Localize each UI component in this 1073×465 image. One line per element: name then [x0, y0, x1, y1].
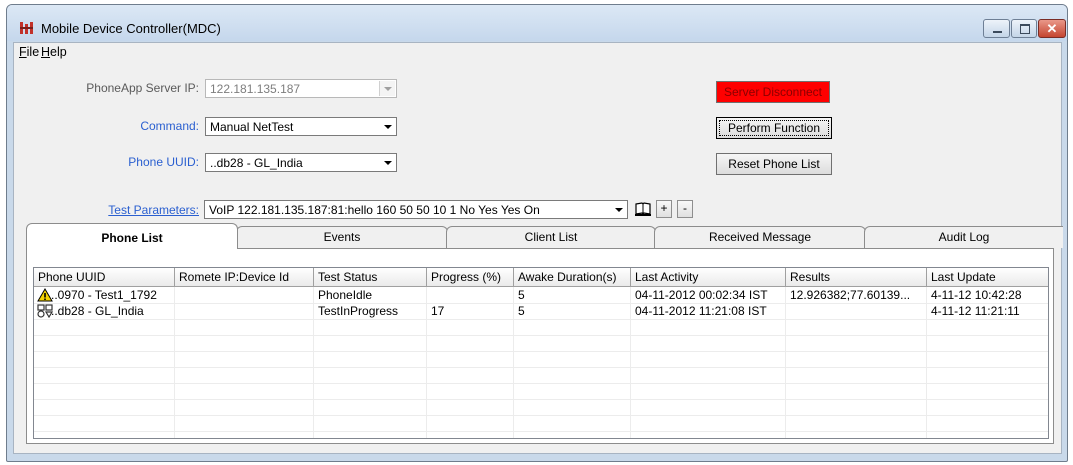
column-header[interactable]: Romete IP:Device Id [175, 268, 314, 287]
dropdown-arrow-icon [379, 119, 395, 134]
cell-uuid: ..db28 - GL_India [51, 304, 144, 318]
cell-update: 4-11-12 11:21:11 [931, 304, 1020, 318]
cell-activity: 04-11-2012 11:21:08 IST [635, 304, 767, 318]
dropdown-arrow-icon [379, 81, 395, 96]
menu-help[interactable]: Help [41, 45, 67, 59]
tab-received-message[interactable]: Received Message [654, 226, 866, 248]
dropdown-arrow-icon [610, 202, 626, 217]
phone-uuid-combo[interactable]: ..db28 - GL_India [205, 153, 397, 172]
column-header[interactable]: Last Activity [631, 268, 786, 287]
maximize-icon [1020, 24, 1030, 34]
phone-uuid-label: Phone UUID: [128, 155, 199, 169]
client-area: File Help PhoneApp Server IP: 122.181.13… [13, 42, 1063, 454]
minimize-button[interactable] [983, 19, 1010, 38]
column-header[interactable]: Last Update [927, 268, 1048, 287]
cell-activity: 04-11-2012 00:02:34 IST [635, 288, 768, 302]
column-header[interactable]: Awake Duration(s) [514, 268, 631, 287]
tab-audit-log[interactable]: Audit Log [864, 226, 1063, 248]
app-window: Mobile Device Controller(MDC) ✕ File Hel… [6, 4, 1068, 462]
phone-uuid-value: ..db28 - GL_India [210, 156, 303, 170]
command-value: Manual NetTest [210, 120, 294, 134]
cell-uuid: ..0970 - Test1_1792 [51, 288, 157, 302]
remove-parameter-button[interactable]: - [677, 200, 693, 218]
title-bar[interactable]: Mobile Device Controller(MDC) ✕ [7, 5, 1067, 41]
menu-help-mnemonic: H [41, 45, 51, 59]
server-ip-value: 122.181.135.187 [210, 82, 301, 96]
test-parameters-combo[interactable]: VoIP 122.181.135.187:81:hello 160 50 50 … [204, 200, 628, 219]
column-header[interactable]: Phone UUID [34, 268, 175, 287]
cell-awake: 5 [518, 288, 525, 302]
tab-client-list[interactable]: Client List [446, 226, 656, 248]
column-header[interactable]: Results [786, 268, 927, 287]
dropdown-arrow-icon [379, 155, 395, 170]
close-icon: ✕ [1046, 21, 1058, 36]
cell-status: TestInProgress [318, 304, 399, 318]
cell-update: 4-11-12 10:42:28 [931, 288, 1022, 302]
tab-events[interactable]: Events [236, 226, 448, 248]
command-label: Command: [140, 119, 199, 133]
menu-bar: File Help [14, 43, 1061, 63]
server-ip-combo[interactable]: 122.181.135.187 [205, 79, 397, 98]
cell-status: PhoneIdle [318, 288, 373, 302]
menu-file-mnemonic: F [19, 45, 27, 59]
minimize-icon [993, 31, 1002, 33]
perform-function-label: Perform Function [719, 120, 829, 136]
server-disconnect-button[interactable]: Server Disconnect [716, 81, 830, 103]
window-title: Mobile Device Controller(MDC) [41, 21, 221, 36]
column-header[interactable]: Progress (%) [427, 268, 514, 287]
test-parameters-value: VoIP 122.181.135.187:81:hello 160 50 50 … [209, 203, 540, 217]
test-parameters-label: Test Parameters: [108, 203, 199, 217]
reset-phone-list-button[interactable]: Reset Phone List [716, 153, 832, 175]
cell-progress: 17 [431, 304, 445, 318]
close-button[interactable]: ✕ [1038, 19, 1066, 38]
cell-awake: 5 [518, 304, 525, 318]
maximize-button[interactable] [1011, 19, 1037, 38]
cell-results: 12.926382;77.60139... [790, 288, 911, 302]
add-parameter-button[interactable]: + [656, 200, 672, 218]
menu-file-label: ile [26, 45, 40, 59]
menu-help-label: elp [50, 45, 67, 59]
menu-file[interactable]: File [19, 45, 39, 59]
column-header[interactable]: Test Status [314, 268, 427, 287]
app-logo-icon [20, 22, 33, 34]
server-ip-label: PhoneApp Server IP: [86, 81, 199, 95]
tab-phone-list[interactable]: Phone List [26, 223, 238, 249]
book-icon[interactable] [634, 201, 652, 217]
command-combo[interactable]: Manual NetTest [205, 117, 397, 136]
phone-list-table: Phone UUID Romete IP:Device Id Test Stat… [33, 267, 1049, 439]
perform-function-button[interactable]: Perform Function [716, 117, 832, 139]
phone-list-panel: Phone UUID Romete IP:Device Id Test Stat… [26, 248, 1054, 444]
